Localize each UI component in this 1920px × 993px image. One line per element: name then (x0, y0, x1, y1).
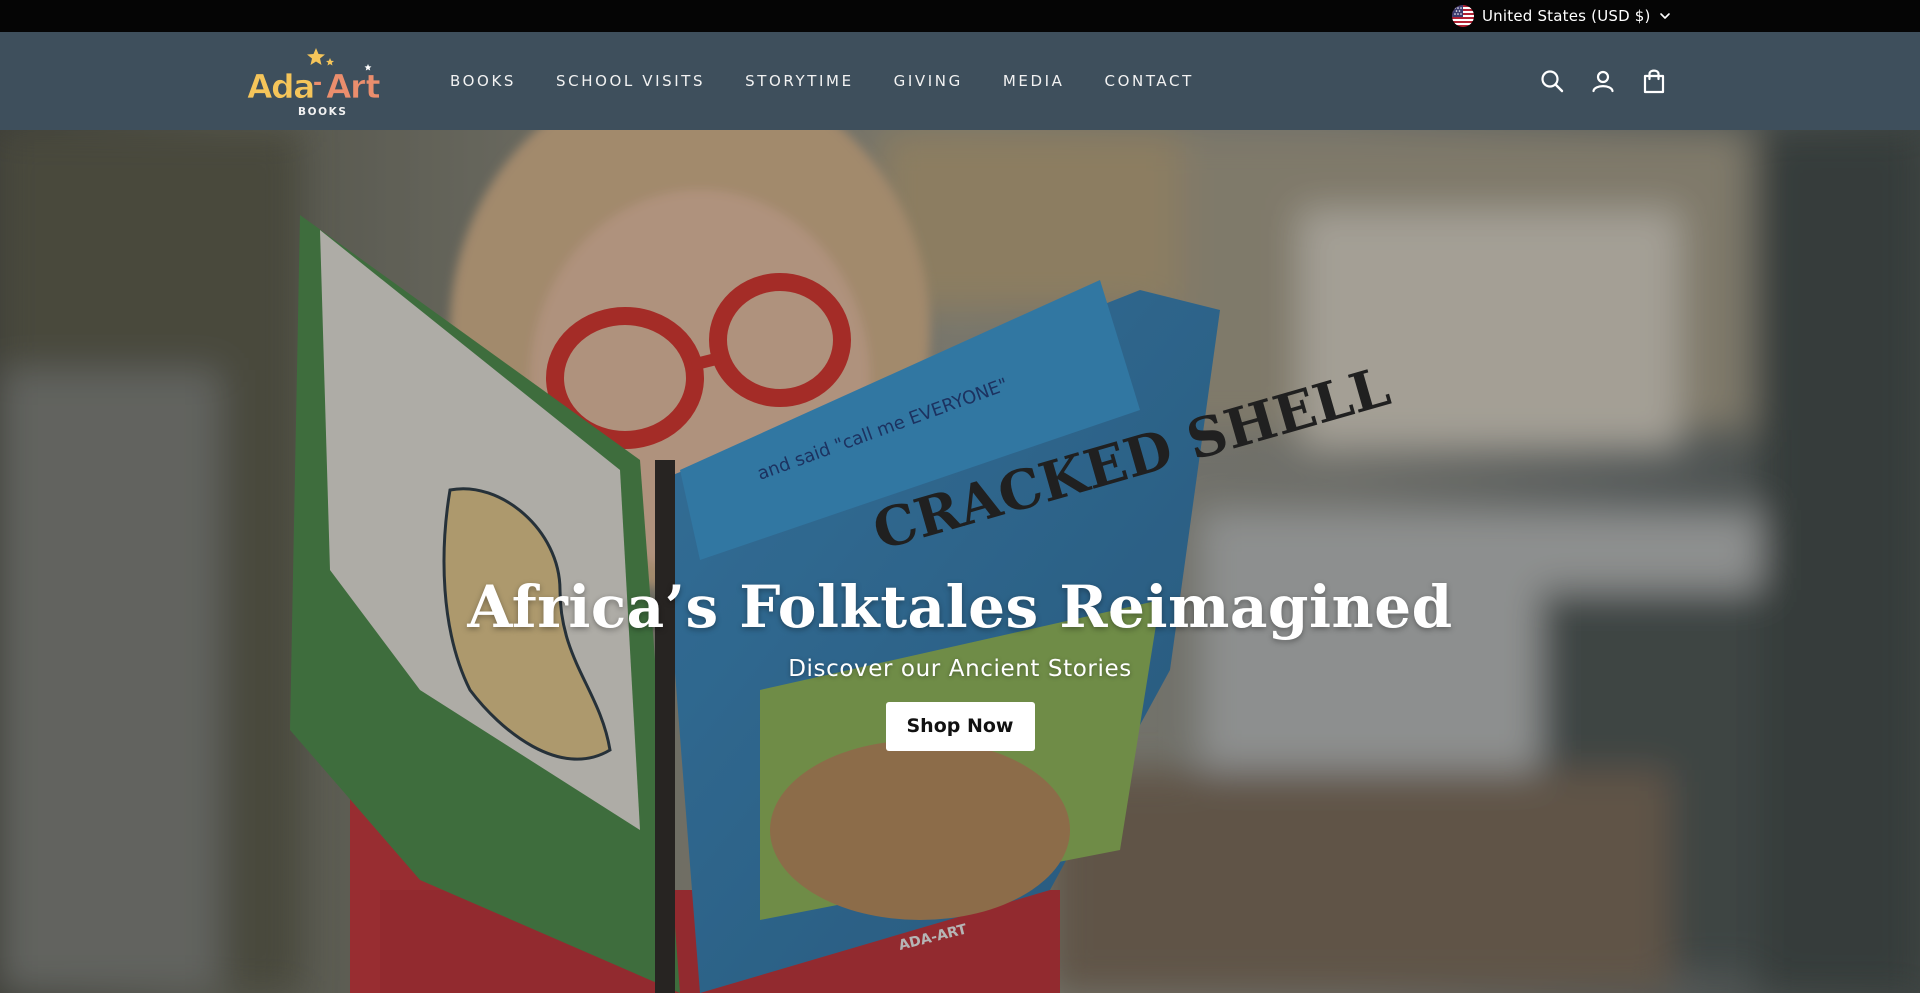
logo-subtitle: BOOKS (298, 106, 348, 118)
nav-storytime[interactable]: STORYTIME (745, 72, 854, 90)
us-flag-icon (1452, 5, 1474, 27)
svg-text:-: - (313, 71, 322, 96)
svg-text:Ada: Ada (247, 67, 314, 106)
nav-media[interactable]: MEDIA (1003, 72, 1065, 90)
hero-overlay (0, 130, 1920, 993)
currency-label: United States (USD $) (1482, 7, 1651, 25)
svg-text:Art: Art (326, 67, 381, 106)
cart-button[interactable] (1641, 67, 1667, 95)
shop-now-button[interactable]: Shop Now (885, 702, 1035, 751)
hero-subtitle: Discover our Ancient Stories (788, 656, 1132, 682)
hero-content: Africa’s Folktales Reimagined Discover o… (0, 570, 1920, 751)
nav-school-visits[interactable]: SCHOOL VISITS (556, 72, 705, 90)
nav-giving[interactable]: GIVING (894, 72, 963, 90)
site-logo[interactable]: Ada - Art BOOKS (246, 46, 402, 118)
cart-icon (1643, 69, 1665, 94)
hero-banner: CRACKED SHELL and said "call me EVERYONE… (0, 130, 1920, 993)
search-icon (1541, 70, 1564, 93)
search-button[interactable] (1539, 67, 1565, 95)
account-button[interactable] (1590, 67, 1616, 95)
nav-contact[interactable]: CONTACT (1105, 72, 1194, 90)
header-actions (1539, 67, 1667, 95)
main-nav: BOOKS SCHOOL VISITS STORYTIME GIVING MED… (450, 32, 1194, 130)
account-icon (1592, 70, 1614, 93)
announcement-bar: United States (USD $) (0, 0, 1920, 32)
nav-books[interactable]: BOOKS (450, 72, 516, 90)
chevron-down-icon (1659, 13, 1670, 19)
currency-selector[interactable]: United States (USD $) (1452, 5, 1671, 27)
site-header: Ada - Art BOOKS BOOKS SCHOOL VISITS STOR… (0, 32, 1920, 130)
hero-title: Africa’s Folktales Reimagined (467, 573, 1453, 641)
